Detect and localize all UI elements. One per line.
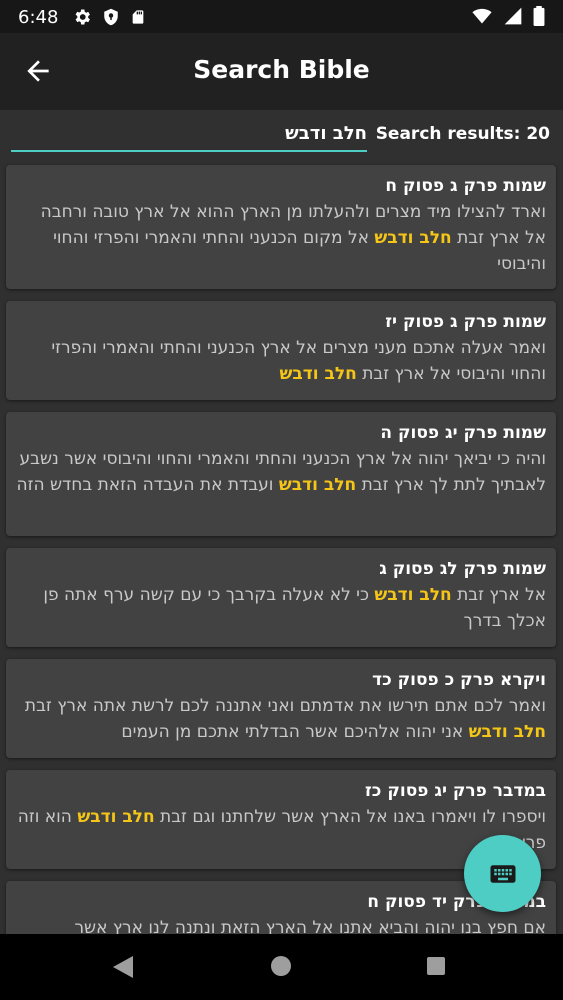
- result-verse-text: אם חפץ בנו יהוה והביא אתנו אל הארץ הזאת …: [16, 915, 546, 934]
- results-count: Search results: 20: [375, 124, 550, 144]
- signal-icon: [504, 7, 522, 25]
- status-time: 6:48: [18, 7, 59, 28]
- result-verse-text: ואמר אעלה אתכם מעני מצרים אל ארץ הכנעני …: [16, 335, 546, 387]
- search-input[interactable]: [11, 120, 367, 152]
- status-bar: 6:48: [0, 0, 563, 33]
- result-verse-text: ויספרו לו ויאמרו באנו אל הארץ אשר שלחתנו…: [16, 804, 546, 856]
- verse-match-highlight: חלב ודבש: [374, 585, 452, 605]
- verse-match-highlight: חלב ודבש: [77, 807, 155, 827]
- result-reference: שמות פרק לג פסוק ג: [379, 559, 546, 579]
- app-bar: Search Bible: [0, 33, 563, 110]
- system-nav-bar: [0, 934, 563, 1000]
- nav-recents-icon[interactable]: [427, 957, 445, 975]
- gear-icon: [75, 9, 90, 25]
- result-reference: שמות פרק ג פסוק יז: [385, 312, 546, 332]
- nav-back-icon[interactable]: [113, 956, 133, 978]
- result-reference: במדבר פרק יד פסוק ח: [367, 892, 546, 912]
- result-card[interactable]: שמות פרק יג פסוק ה והיה כי יביאך יהוה אל…: [6, 412, 556, 536]
- wifi-icon: [472, 8, 492, 24]
- status-right-icons: [471, 6, 545, 26]
- verse-match-highlight: חלב ודבש: [374, 228, 452, 248]
- shield-icon: [104, 8, 118, 26]
- results-list[interactable]: שמות פרק ג פסוק ח וארד להצילו מיד מצרים …: [0, 160, 563, 934]
- result-verse-text: ואמר לכם אתם תירשו את אדמתם ואני אתננה ל…: [16, 693, 546, 745]
- result-verse-text: והיה כי יביאך יהוה אל ארץ הכנעני והחתי ו…: [16, 446, 546, 498]
- result-verse-text: וארד להצילו מיד מצרים ולהעלתו מן הארץ הה…: [16, 199, 546, 277]
- result-reference: שמות פרק ג פסוק ח: [385, 176, 546, 196]
- result-card[interactable]: ויקרא פרק כ פסוק כד ואמר לכם אתם תירשו א…: [6, 659, 556, 758]
- result-card[interactable]: שמות פרק לג פסוק ג אל ארץ זבת חלב ודבש כ…: [6, 548, 556, 647]
- result-card[interactable]: שמות פרק ג פסוק יז ואמר אעלה אתכם מעני מ…: [6, 301, 556, 400]
- verse-text-before: ואמר לכם אתם תירשו את אדמתם ואני אתננה ל…: [24, 696, 546, 716]
- sd-card-icon: [132, 10, 144, 24]
- verse-text-after: אני יהוה אלהיכם אשר הבדלתי אתכם מן העמים: [121, 722, 469, 742]
- page-title: Search Bible: [193, 55, 370, 84]
- result-reference: במדבר פרק יג פסוק כז: [365, 781, 546, 801]
- battery-icon: [533, 6, 545, 26]
- verse-text-before: אם חפץ בנו יהוה והביא אתנו אל הארץ הזאת …: [74, 918, 546, 934]
- verse-match-highlight: חלב ודבש: [278, 475, 357, 495]
- verse-text-before: ויספרו לו ויאמרו באנו אל הארץ אשר שלחתנו…: [154, 807, 546, 827]
- result-reference: ויקרא פרק כ פסוק כד: [372, 670, 546, 690]
- result-card[interactable]: שמות פרק ג פסוק ח וארד להצילו מיד מצרים …: [6, 165, 556, 289]
- result-reference: שמות פרק יג פסוק ה: [380, 423, 546, 443]
- nav-home-icon[interactable]: [271, 956, 291, 976]
- verse-match-highlight: חלב ודבש: [468, 722, 546, 742]
- result-verse-text: אל ארץ זבת חלב ודבש כי לא אעלה בקרבך כי …: [16, 582, 546, 634]
- verse-text-after: ועבדת את העבדה הזאת בחדש הזה: [16, 475, 279, 495]
- search-row: Search results: 20: [0, 110, 563, 160]
- keyboard-fab[interactable]: [464, 835, 541, 912]
- status-left-icons: [72, 7, 146, 27]
- verse-text-before: אל ארץ זבת: [451, 585, 546, 605]
- verse-match-highlight: חלב ודבש: [279, 364, 357, 384]
- keyboard-icon: [490, 864, 515, 883]
